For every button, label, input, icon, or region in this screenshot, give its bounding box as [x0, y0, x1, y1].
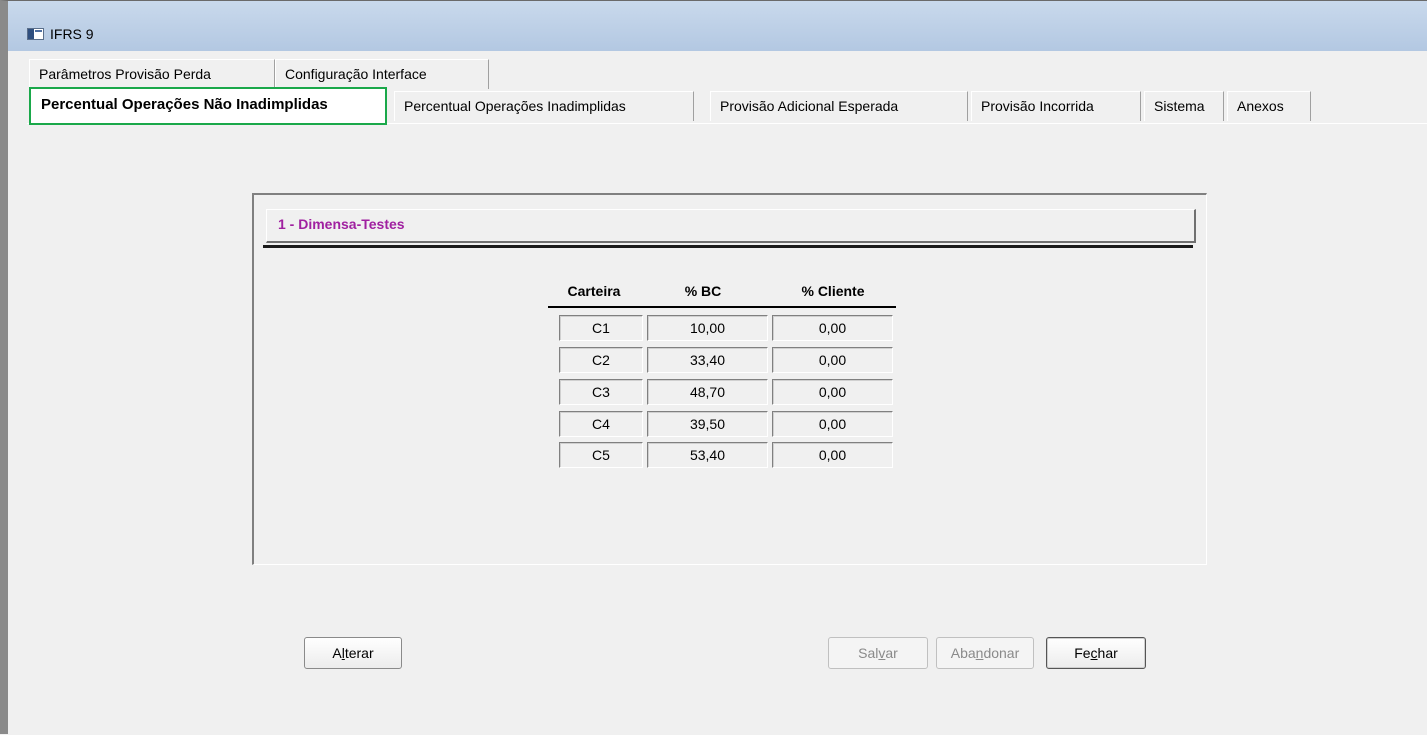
group-header: 1 - Dimensa-Testes [266, 209, 1196, 243]
carteira-cell: C4 [559, 411, 643, 437]
column-header-bc: % BC [684, 283, 722, 299]
tab-label: Percentual Operações Não Inadimplidas [41, 96, 328, 113]
tab-label: Percentual Operações Inadimplidas [404, 98, 626, 114]
tab-label: Provisão Incorrida [981, 98, 1094, 114]
tab-provisao-adicional-esperada[interactable]: Provisão Adicional Esperada [710, 91, 968, 121]
button-label-accelerator: c [1090, 645, 1098, 661]
tab-label: Parâmetros Provisão Perda [39, 66, 211, 82]
bc-percent-field[interactable]: 39,50 [647, 411, 768, 437]
tab-provisao-incorrida[interactable]: Provisão Incorrida [971, 91, 1141, 121]
bc-percent-field[interactable]: 10,00 [647, 315, 768, 341]
tab-percentual-operacoes-nao-inadimplidas[interactable]: Percentual Operações Não Inadimplidas [29, 87, 387, 125]
tab-label: Configuração Interface [285, 66, 427, 82]
carteira-cell: C1 [559, 315, 643, 341]
group-title: 1 - Dimensa-Testes [278, 216, 405, 232]
button-label-part: donar [983, 645, 1020, 661]
cliente-percent-field[interactable]: 0,00 [772, 347, 893, 373]
bc-percent-field[interactable]: 53,40 [647, 442, 768, 468]
salvar-button[interactable]: Salvar [828, 637, 928, 669]
column-header-carteira: Carteira [567, 283, 621, 299]
column-header-cliente: % Cliente [801, 283, 865, 299]
header-rule [548, 306, 896, 308]
tab-sistema[interactable]: Sistema [1144, 91, 1224, 121]
carteira-cell: C5 [559, 442, 643, 468]
alterar-button[interactable]: Alterar [304, 637, 402, 669]
cliente-percent-field[interactable]: 0,00 [772, 442, 893, 468]
abandonar-button[interactable]: Abandonar [936, 637, 1034, 669]
tab-parametros-provisao-perda[interactable]: Parâmetros Provisão Perda [29, 59, 275, 89]
cliente-percent-field[interactable]: 0,00 [772, 379, 893, 405]
button-label-part: Aba [950, 645, 976, 661]
cliente-percent-field[interactable]: 0,00 [772, 315, 893, 341]
button-label-part: har [1097, 645, 1118, 661]
tab-label: Sistema [1154, 98, 1205, 114]
button-label-part: A [332, 645, 342, 661]
fechar-button[interactable]: Fechar [1046, 637, 1146, 669]
tab-label: Provisão Adicional Esperada [720, 98, 899, 114]
group-divider [263, 245, 1193, 248]
button-label-part: ar [885, 645, 898, 661]
button-label-part: Fe [1074, 645, 1091, 661]
title-bar: IFRS 9 [8, 1, 1427, 51]
tab-configuracao-interface[interactable]: Configuração Interface [275, 59, 489, 89]
tab-percentual-operacoes-inadimplidas[interactable]: Percentual Operações Inadimplidas [394, 91, 694, 121]
bc-percent-field[interactable]: 48,70 [647, 379, 768, 405]
cliente-percent-field[interactable]: 0,00 [772, 411, 893, 437]
tab-anexos[interactable]: Anexos [1227, 91, 1311, 121]
tab-label: Anexos [1237, 98, 1284, 114]
button-label-part: terar [344, 645, 374, 661]
app-window-icon [27, 28, 44, 40]
ifrs9-window: IFRS 9 Parâmetros Provisão Perda Configu… [0, 0, 1427, 735]
carteira-cell: C3 [559, 379, 643, 405]
window-title: IFRS 9 [50, 26, 94, 42]
bc-percent-field[interactable]: 33,40 [647, 347, 768, 373]
carteira-cell: C2 [559, 347, 643, 373]
button-label-part: Sal [858, 645, 879, 661]
